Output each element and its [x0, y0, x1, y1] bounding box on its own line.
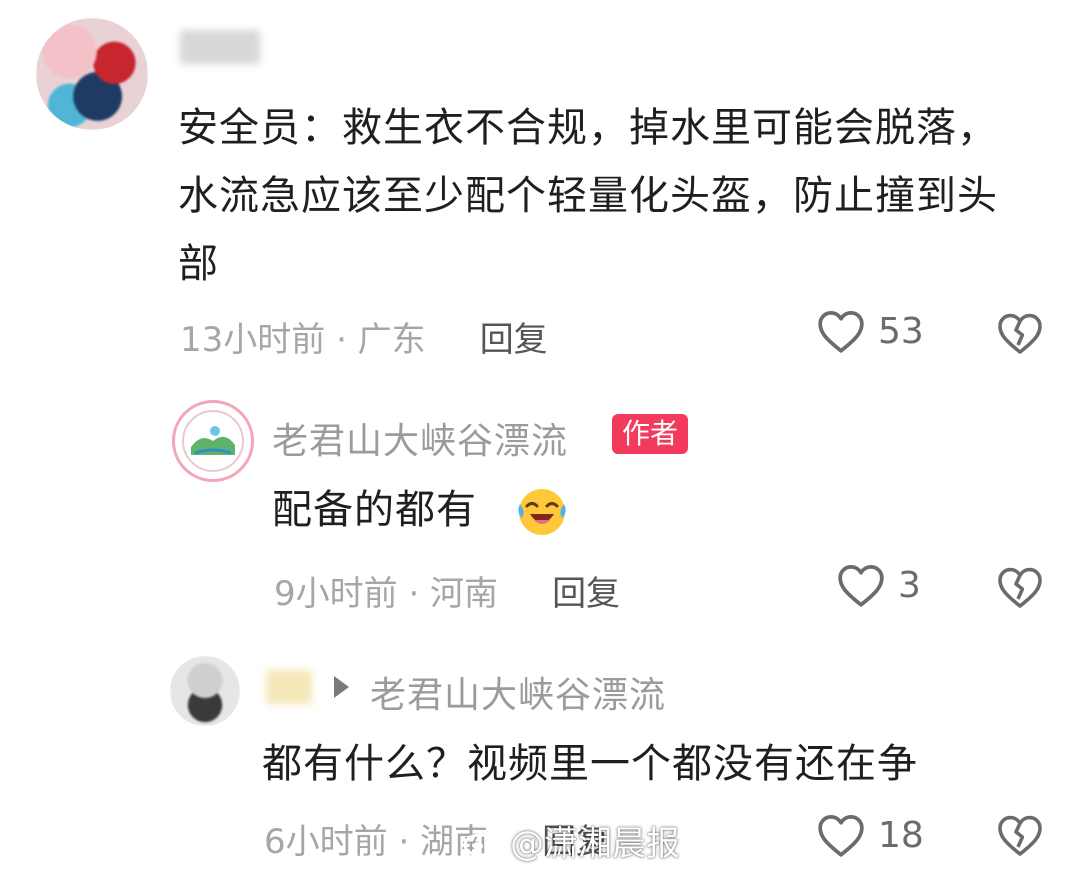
author-avatar[interactable]	[172, 400, 254, 482]
avatar[interactable]	[36, 18, 148, 130]
broken-heart-icon	[998, 567, 1042, 608]
time-location: 6小时前 · 湖南	[264, 822, 489, 862]
heart-outline-icon	[838, 565, 884, 607]
scenic-logo-icon	[182, 410, 244, 472]
time-location: 9小时前 · 河南	[274, 574, 499, 614]
watermark: @潇湘晨报	[462, 816, 680, 865]
comment-text-body: 配备的都有	[272, 487, 477, 533]
reply-button[interactable]: 回复	[480, 320, 548, 360]
author-name[interactable]: 老君山大峡谷漂流	[272, 412, 568, 464]
triangle-right-icon	[334, 676, 349, 698]
blurred-username[interactable]	[180, 30, 260, 64]
reply-to-name[interactable]: 老君山大峡谷漂流	[370, 666, 666, 718]
avatar[interactable]	[170, 656, 240, 726]
watermark-text: @潇湘晨报	[510, 824, 680, 864]
like-count: 53	[878, 310, 924, 352]
dislike-button[interactable]	[996, 310, 1044, 360]
broken-heart-icon	[998, 313, 1042, 354]
heart-outline-icon	[818, 815, 864, 857]
comment-text: 都有什么？视频里一个都没有还在争	[262, 741, 918, 787]
like-button[interactable]: 18	[816, 812, 924, 858]
comment-text: 安全员：救生衣不合规，掉水里可能会脱落，水流急应该至少配个轻量化头盔，防止撞到头…	[178, 105, 998, 287]
author-badge: 作者	[612, 414, 689, 454]
broken-heart-icon	[998, 815, 1042, 856]
comment-meta: 9小时前 · 河南 回复	[274, 566, 620, 615]
comment-text: 配备的都有	[272, 476, 477, 544]
dislike-button[interactable]	[996, 564, 1044, 614]
time-location: 13小时前 · 广东	[180, 320, 426, 360]
like-count: 18	[878, 814, 924, 856]
heart-outline-icon	[818, 311, 864, 353]
reply-button[interactable]: 回复	[552, 574, 620, 614]
blurred-username[interactable]	[266, 670, 312, 704]
like-count: 3	[898, 564, 921, 606]
weibo-icon	[463, 826, 501, 856]
like-button[interactable]: 53	[816, 308, 924, 354]
comment-meta: 13小时前 · 广东 回复	[180, 312, 548, 361]
like-button[interactable]: 3	[836, 562, 921, 608]
dislike-button[interactable]	[996, 812, 1044, 862]
laughing-tears-emoji-icon	[518, 489, 566, 535]
